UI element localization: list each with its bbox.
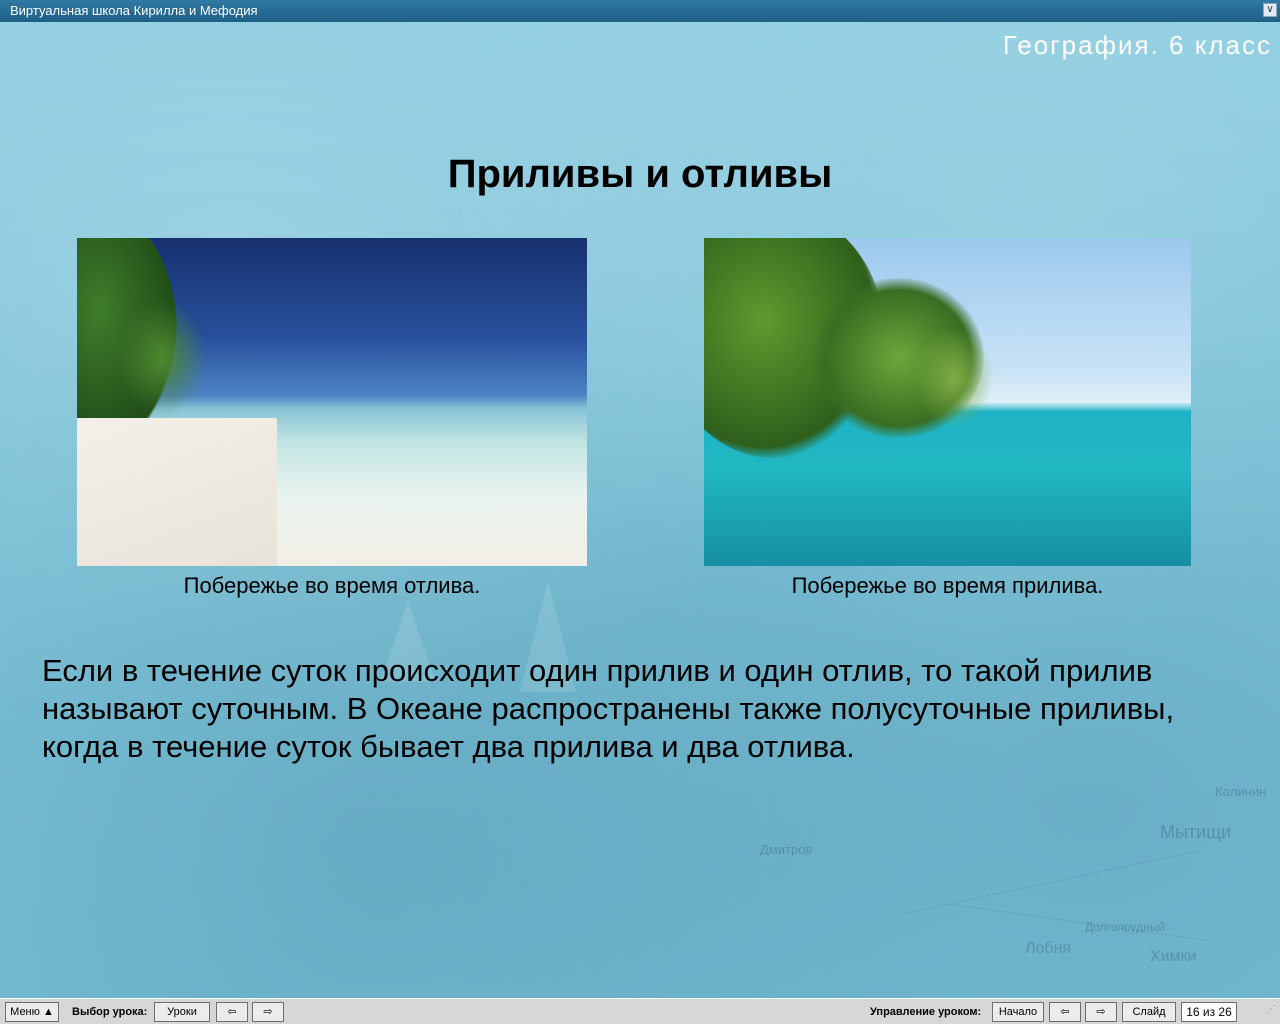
background-map-label: Калинин (1215, 784, 1267, 799)
background-map-label: Долгопрудный (1085, 920, 1166, 934)
beach-sand (77, 418, 277, 566)
resize-grip-icon: ⋰ (1266, 1004, 1276, 1015)
lesson-body-text: Если в течение суток происходит один при… (42, 653, 1175, 764)
prev-lesson-button[interactable]: ⇦ (216, 1002, 248, 1022)
lessons-button[interactable]: Уроки (154, 1002, 210, 1022)
slide-counter: 16 из 26 (1181, 1002, 1237, 1022)
background-map-label: Мытищи (1160, 822, 1232, 842)
arrow-right-icon: ⇨ (263, 1006, 273, 1018)
start-button[interactable]: Начало (992, 1002, 1044, 1022)
background-map-label: Химки (1150, 948, 1197, 965)
lesson-select-label: Выбор урока: (72, 1006, 148, 1018)
lesson-control-label: Управление уроком: (870, 1006, 982, 1018)
background-map-label: Дмитров (760, 842, 813, 857)
slide-canvas: Мытищи Лобня Химки Долгопрудный Дмитров … (0, 22, 1280, 998)
high-tide-photo (704, 238, 1191, 566)
subject-label: География. 6 класс (1002, 30, 1272, 60)
lesson-title: Приливы и отливы (447, 152, 833, 196)
background-map-label: Лобня (1025, 940, 1072, 957)
low-tide-photo (77, 238, 587, 566)
arrow-left-icon: ⇦ (227, 1006, 237, 1018)
navigation-toolbar: Меню ▲ Выбор урока: Уроки ⇦ ⇨ Управление… (0, 998, 1280, 1024)
arrow-left-icon: ⇦ (1060, 1006, 1070, 1018)
background-map-road (951, 903, 1209, 942)
next-lesson-button[interactable]: ⇨ (252, 1002, 284, 1022)
background-map-road (903, 850, 1197, 915)
window-title-bar: Виртуальная школа Кирилла и Мефодия ∨ (0, 0, 1280, 22)
window-title: Виртуальная школа Кирилла и Мефодия (10, 3, 258, 18)
next-slide-button[interactable]: ⇨ (1085, 1002, 1117, 1022)
low-tide-caption: Побережье во время отлива. (183, 573, 481, 598)
palm-foliage (117, 298, 207, 418)
window-menu-chevron-icon[interactable]: ∨ (1263, 3, 1277, 17)
prev-slide-button[interactable]: ⇦ (1049, 1002, 1081, 1022)
high-tide-caption: Побережье во время прилива. (791, 573, 1104, 598)
slide-button[interactable]: Слайд (1122, 1002, 1176, 1022)
palm-foliage (914, 328, 994, 428)
arrow-right-icon: ⇨ (1096, 1006, 1106, 1018)
menu-button[interactable]: Меню ▲ (5, 1002, 59, 1022)
